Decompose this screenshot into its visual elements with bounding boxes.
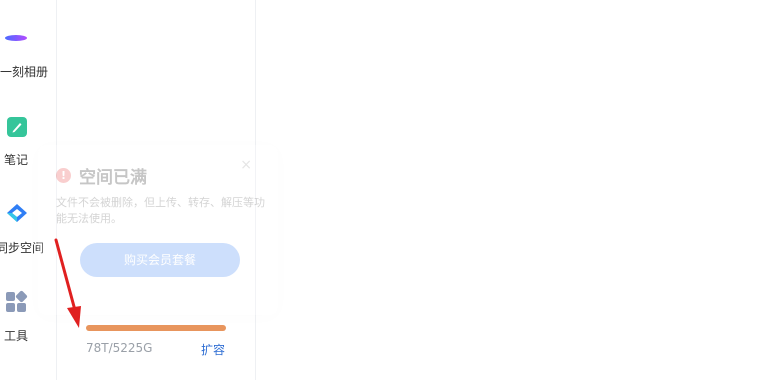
buy-membership-button[interactable]: 购买会员套餐 (80, 243, 240, 277)
storage-progress-fill (86, 325, 226, 331)
popup-description: 文件不会被删除，但上传、转存、解压等功能无法使用。 (56, 196, 265, 225)
storage-usage-text: 78T/5225G (86, 341, 153, 355)
sidebar-item-note[interactable] (0, 116, 56, 138)
sidebar-item-label: 工具 (3, 329, 28, 343)
sidebar-item-label: 笔记 (3, 153, 28, 167)
sync-space-icon (7, 204, 27, 222)
warning-icon: ! (56, 168, 71, 183)
tools-icon (6, 290, 28, 312)
annotation-arrow-icon (54, 238, 81, 328)
popup-title: 空间已满 (79, 168, 147, 188)
close-icon[interactable]: × (240, 157, 252, 173)
note-icon (7, 117, 27, 137)
expand-storage-link[interactable]: 扩容 (201, 341, 225, 358)
moment-album-icon (5, 35, 27, 41)
sidebar-item-label: 一刻相册 (0, 65, 49, 79)
sidebar-item-moment-album[interactable] (0, 26, 56, 48)
storage-progress-bar (86, 325, 226, 331)
